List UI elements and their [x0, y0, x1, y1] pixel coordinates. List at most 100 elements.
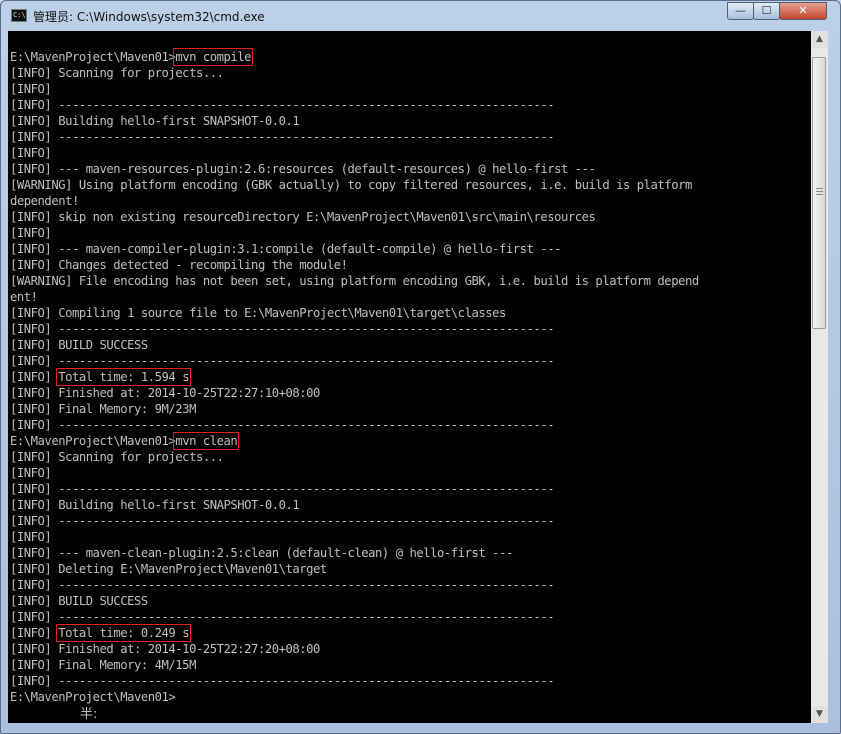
console-line-text: [INFO] — [10, 226, 52, 240]
console-line-text: [INFO] skip non existing resourceDirecto… — [10, 210, 596, 224]
console-line-text: [INFO] ---------------------------------… — [10, 98, 555, 112]
highlighted-text: mvn compile — [173, 48, 254, 66]
console-line: [INFO] Deleting E:\MavenProject\Maven01\… — [10, 561, 699, 577]
console-line: [INFO] ---------------------------------… — [10, 577, 699, 593]
cmd-window: C:\ 管理员: C:\Windows\system32\cmd.exe — ☐… — [0, 0, 841, 734]
console-line-text: [INFO] Scanning for projects... — [10, 66, 224, 80]
console-line-text: [INFO] Final Memory: 4M/15M — [10, 658, 196, 672]
console-line: [INFO] skip non existing resourceDirecto… — [10, 209, 699, 225]
console-line: [INFO] Finished at: 2014-10-25T22:27:20+… — [10, 641, 699, 657]
close-button[interactable]: ✕ — [779, 2, 827, 20]
console-line: [INFO] Changes detected - recompiling th… — [10, 257, 699, 273]
console-line-text: [INFO] Changes detected - recompiling th… — [10, 258, 348, 272]
console-line: [INFO] Final Memory: 9M/23M — [10, 401, 699, 417]
highlighted-text: mvn clean — [173, 432, 240, 450]
console-lines: E:\MavenProject\Maven01>mvn compile [INFO… — [10, 48, 699, 705]
console-line: [INFO] — [10, 145, 699, 161]
console-line: [INFO] --- maven-resources-plugin:2.6:re… — [10, 161, 699, 177]
scroll-down-button[interactable]: ▼ — [811, 706, 828, 723]
console-line: [INFO] BUILD SUCCESS — [10, 593, 699, 609]
console-line: [INFO] Final Memory: 4M/15M — [10, 657, 699, 673]
console-line: [INFO] Finished at: 2014-10-25T22:27:10+… — [10, 385, 699, 401]
console-line: [INFO] — [10, 225, 699, 241]
console-line-text: [INFO] — [10, 82, 52, 96]
console-line-text: E:\MavenProject\Maven01> — [10, 690, 176, 704]
console-line-text: [INFO] — [10, 530, 52, 544]
console-line-text: [INFO] ---------------------------------… — [10, 418, 555, 432]
console-line: E:\MavenProject\Maven01> — [10, 689, 699, 705]
console-line-text: [INFO] BUILD SUCCESS — [10, 594, 148, 608]
console-line-text: [INFO] --- maven-compiler-plugin:3.1:com… — [10, 242, 561, 256]
console-line: [WARNING] Using platform encoding (GBK a… — [10, 177, 699, 193]
console-line-text: [INFO] BUILD SUCCESS — [10, 338, 148, 352]
console-line: ent! — [10, 289, 699, 305]
console-line-text: [INFO] Final Memory: 9M/23M — [10, 402, 196, 416]
console-line-text: [INFO] ---------------------------------… — [10, 482, 555, 496]
console-line: [INFO] Total time: 0.249 s — [10, 624, 699, 642]
console-line: [INFO] ---------------------------------… — [10, 417, 699, 433]
console-line-text: [INFO] — [10, 466, 52, 480]
console-line-text: [INFO] Finished at: 2014-10-25T22:27:20+… — [10, 642, 320, 656]
console-line: [INFO] ---------------------------------… — [10, 353, 699, 369]
grip-icon — [816, 188, 823, 196]
console-line: dependent! — [10, 193, 699, 209]
console-line-text: [INFO] ---------------------------------… — [10, 514, 555, 528]
console-line-text: [INFO] ---------------------------------… — [10, 578, 555, 592]
cmd-app-icon[interactable]: C:\ — [11, 9, 27, 22]
window-title: 管理员: C:\Windows\system32\cmd.exe — [33, 10, 265, 24]
console-line-text: [INFO] Building hello-first SNAPSHOT-0.0… — [10, 114, 300, 128]
console-line: E:\MavenProject\Maven01>mvn clean — [10, 432, 699, 450]
console-line-text: [INFO] Finished at: 2014-10-25T22:27:10+… — [10, 386, 320, 400]
console-line: [INFO] Total time: 1.594 s — [10, 368, 699, 386]
vertical-scrollbar[interactable]: ▲ ▼ — [811, 31, 828, 723]
title-bar[interactable]: C:\ 管理员: C:\Windows\system32\cmd.exe — ☐… — [1, 1, 840, 31]
console-line-text: [INFO] ---------------------------------… — [10, 130, 555, 144]
minimize-button[interactable]: — — [727, 2, 754, 20]
console-line-text: [INFO] — [10, 370, 59, 384]
console-line: [INFO] Building hello-first SNAPSHOT-0.0… — [10, 113, 699, 129]
console-line-text: [INFO] ---------------------------------… — [10, 354, 555, 368]
console-line-text: [INFO] — [10, 146, 52, 160]
console-line: [INFO] ---------------------------------… — [10, 129, 699, 145]
console-line-text: ent! — [10, 290, 38, 304]
console-line-text: [INFO] --- maven-resources-plugin:2.6:re… — [10, 162, 596, 176]
console-line: [INFO] ---------------------------------… — [10, 481, 699, 497]
console-line: [INFO] ---------------------------------… — [10, 673, 699, 689]
console-line-text: [INFO] — [10, 626, 59, 640]
console-line-text: [INFO] ---------------------------------… — [10, 610, 555, 624]
console-line-text: E:\MavenProject\Maven01> — [10, 50, 176, 64]
console-line: [INFO] ---------------------------------… — [10, 97, 699, 113]
console-line-text: [INFO] --- maven-clean-plugin:2.5:clean … — [10, 546, 513, 560]
console-line: [INFO] Building hello-first SNAPSHOT-0.0… — [10, 497, 699, 513]
console-line: [INFO] — [10, 529, 699, 545]
console-line-text: dependent! — [10, 194, 79, 208]
console-line: [INFO] ---------------------------------… — [10, 321, 699, 337]
console-line-text: [INFO] Deleting E:\MavenProject\Maven01\… — [10, 562, 327, 576]
scroll-up-button[interactable]: ▲ — [811, 31, 828, 48]
console-line: [INFO] Scanning for projects... — [10, 449, 699, 465]
console-line: [INFO] BUILD SUCCESS — [10, 337, 699, 353]
console-line-text: [INFO] Compiling 1 source file to E:\Mav… — [10, 306, 506, 320]
console-line: [INFO] --- maven-compiler-plugin:3.1:com… — [10, 241, 699, 257]
console-line: [WARNING] File encoding has not been set… — [10, 273, 699, 289]
ime-status: 半: — [80, 707, 98, 722]
console-line: [INFO] ---------------------------------… — [10, 609, 699, 625]
highlighted-text: Total time: 1.594 s — [56, 368, 192, 386]
console-line-text: [INFO] Building hello-first SNAPSHOT-0.0… — [10, 498, 300, 512]
scroll-thumb[interactable] — [812, 57, 826, 329]
console-line-text: [WARNING] Using platform encoding (GBK a… — [10, 178, 692, 192]
console-line-text: [INFO] Scanning for projects... — [10, 450, 224, 464]
console-line: E:\MavenProject\Maven01>mvn compile — [10, 48, 699, 66]
console-line: [INFO] — [10, 81, 699, 97]
console-line: [INFO] — [10, 465, 699, 481]
console-output[interactable]: E:\MavenProject\Maven01>mvn compile [INFO… — [8, 31, 811, 723]
console-line-text: [INFO] ---------------------------------… — [10, 674, 555, 688]
console-line-text: [INFO] ---------------------------------… — [10, 322, 555, 336]
console-line-text: E:\MavenProject\Maven01> — [10, 434, 176, 448]
console-line: [INFO] ---------------------------------… — [10, 513, 699, 529]
console-line: [INFO] --- maven-clean-plugin:2.5:clean … — [10, 545, 699, 561]
console-line: [INFO] Scanning for projects... — [10, 65, 699, 81]
maximize-button[interactable]: ☐ — [753, 2, 780, 20]
console-line-text: [WARNING] File encoding has not been set… — [10, 274, 699, 288]
console-line: [INFO] Compiling 1 source file to E:\Mav… — [10, 305, 699, 321]
